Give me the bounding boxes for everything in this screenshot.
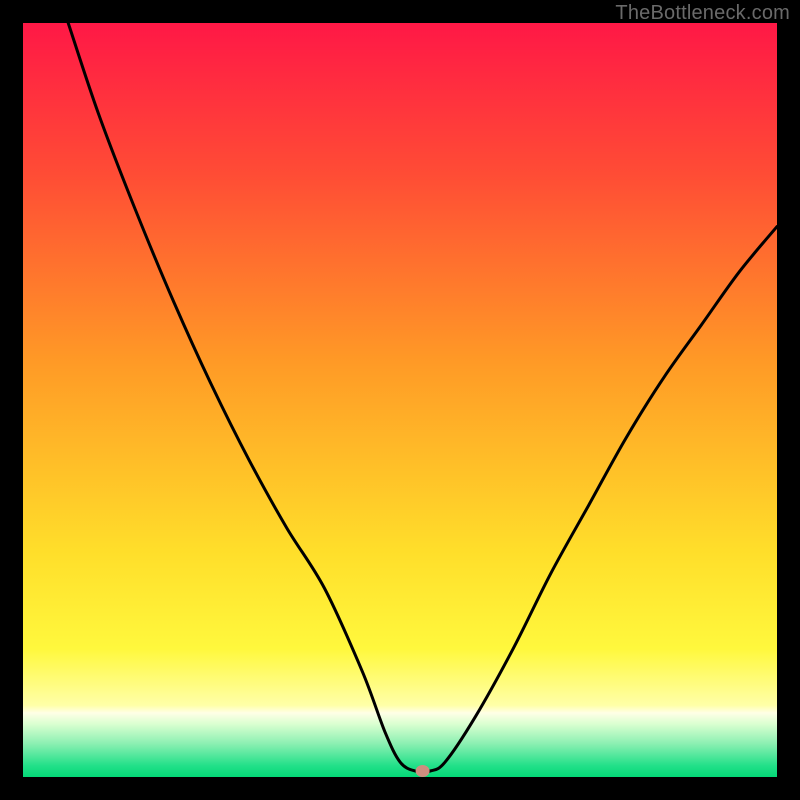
watermark-text: TheBottleneck.com: [615, 2, 790, 25]
gradient-background: [23, 23, 777, 777]
bottleneck-chart: [23, 23, 777, 777]
plot-area: [23, 23, 777, 777]
optimal-point-marker: [416, 765, 430, 777]
chart-frame: TheBottleneck.com: [0, 0, 800, 800]
